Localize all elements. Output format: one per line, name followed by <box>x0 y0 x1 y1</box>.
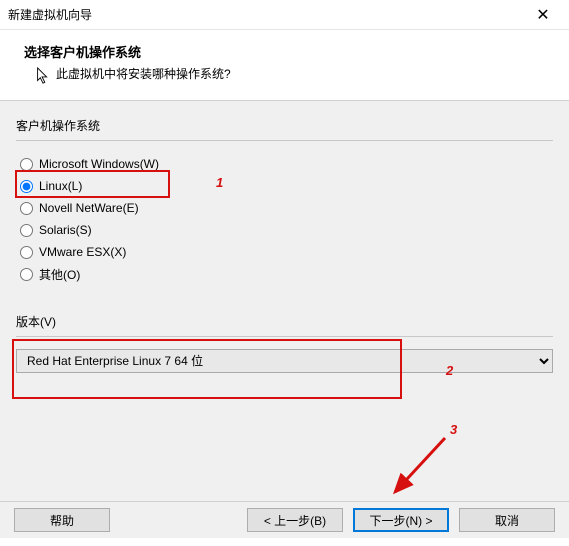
back-button[interactable]: < 上一步(B) <box>247 508 343 532</box>
version-label: 版本(V) <box>16 313 553 330</box>
radio-input-linux[interactable] <box>20 180 33 193</box>
radio-label[interactable]: Linux(L) <box>39 179 82 193</box>
version-select-wrap: 2 Red Hat Enterprise Linux 7 64 位 <box>16 349 553 373</box>
close-button[interactable]: ✕ <box>523 2 563 28</box>
version-underline <box>16 336 553 337</box>
radio-other[interactable]: 其他(O) <box>20 263 553 285</box>
help-button[interactable]: 帮助 <box>14 508 110 532</box>
page-heading: 选择客户机操作系统 <box>24 42 545 61</box>
os-radio-group: 1 Microsoft Windows(W) Linux(L) Novell N… <box>16 153 553 285</box>
window-title: 新建虚拟机向导 <box>8 6 92 23</box>
cursor-icon <box>36 67 50 85</box>
radio-label[interactable]: Solaris(S) <box>39 223 92 237</box>
radio-input-solaris[interactable] <box>20 224 33 237</box>
radio-label[interactable]: Novell NetWare(E) <box>39 201 139 215</box>
os-group-label: 客户机操作系统 <box>16 117 553 134</box>
content-area: 客户机操作系统 1 Microsoft Windows(W) Linux(L) … <box>0 101 569 501</box>
wizard-header: 选择客户机操作系统 此虚拟机中将安装哪种操作系统? <box>0 30 569 86</box>
radio-label[interactable]: VMware ESX(X) <box>39 245 126 259</box>
version-select[interactable]: Red Hat Enterprise Linux 7 64 位 <box>16 349 553 373</box>
next-button[interactable]: 下一步(N) > <box>353 508 449 532</box>
radio-solaris[interactable]: Solaris(S) <box>20 219 553 241</box>
version-area: 版本(V) 2 Red Hat Enterprise Linux 7 64 位 <box>16 313 553 373</box>
footer-bar: 帮助 < 上一步(B) 下一步(N) > 取消 <box>0 501 569 538</box>
title-bar: 新建虚拟机向导 ✕ <box>0 0 569 30</box>
cancel-button[interactable]: 取消 <box>459 508 555 532</box>
close-icon: ✕ <box>536 5 549 25</box>
radio-label[interactable]: Microsoft Windows(W) <box>39 157 159 171</box>
radio-windows[interactable]: Microsoft Windows(W) <box>20 153 553 175</box>
page-subheading: 此虚拟机中将安装哪种操作系统? <box>56 65 545 82</box>
radio-input-vmware-esx[interactable] <box>20 246 33 259</box>
radio-linux[interactable]: Linux(L) <box>20 175 553 197</box>
radio-vmware-esx[interactable]: VMware ESX(X) <box>20 241 553 263</box>
radio-input-windows[interactable] <box>20 158 33 171</box>
os-group-underline <box>16 140 553 141</box>
radio-label[interactable]: 其他(O) <box>39 266 80 283</box>
radio-input-netware[interactable] <box>20 202 33 215</box>
radio-netware[interactable]: Novell NetWare(E) <box>20 197 553 219</box>
radio-input-other[interactable] <box>20 268 33 281</box>
